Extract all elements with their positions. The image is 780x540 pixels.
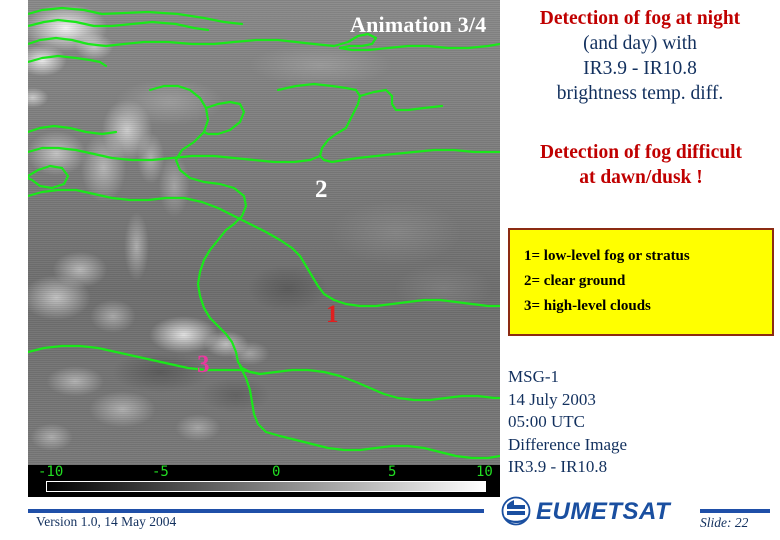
colorbar-tick-five: 5 [388,464,397,480]
headline-line-2: (and day) with [583,33,697,54]
meta-satellite: MSG-1 [508,367,560,386]
marker-3: 3 [197,351,210,378]
colorbar-tick-ten: 10 [476,464,493,480]
headline-block: Detection of fog at night (and day) with… [503,6,777,106]
marker-2: 2 [315,176,328,203]
animation-label: Animation 3/4 [350,12,487,37]
colorbar-tick-minus10: -10 [38,464,64,480]
satellite-image-panel: 2 1 3 Animation 3/4 -10 -5 0 5 10 [28,0,500,497]
meta-channels: IR3.9 - IR10.8 [508,457,608,476]
legend-item-1: 1= low-level fog or stratus [524,248,690,264]
colorbar-tick-labels: -10 -5 0 5 10 [28,465,500,481]
headline-line-3: IR3.9 - IR10.8 [583,58,697,79]
difficulty-note: Detection of fog difficult at dawn/dusk … [505,140,777,190]
eumetsat-wordmark: EUMETSAT [536,498,671,525]
marker-1: 1 [326,301,339,328]
headline-line-4: brightness temp. diff. [556,83,724,104]
headline-line-1: Detection of fog at night [539,8,741,29]
image-metadata: MSG-1 14 July 2003 05:00 UTC Difference … [508,366,774,479]
slide-number: Slide: 22 [700,515,749,530]
meta-product: Difference Image [508,434,628,454]
colorbar-gradient-ramp [46,481,486,492]
eumetsat-logo: EUMETSAT [500,496,690,526]
difficulty-line-1: Detection of fog difficult [540,142,742,163]
footer-rule-left [28,509,484,513]
legend-box: 1= low-level fog or stratus 2= clear gro… [508,228,774,336]
colorbar-strip: -10 -5 0 5 10 [28,465,500,497]
version-text: Version 1.0, 14 May 2004 [36,514,177,529]
meta-time: 05:00 UTC [508,412,585,431]
legend-item-2: 2= clear ground [524,273,626,289]
footer-rule-right [700,509,770,513]
meta-date: 14 July 2003 [508,389,596,409]
colorbar-tick-minus5: -5 [152,464,169,480]
legend-item-3: 3= high-level clouds [524,298,651,314]
coastline-overlay [28,6,500,460]
colorbar-tick-zero: 0 [272,464,281,480]
difficulty-line-2: at dawn/dusk ! [579,167,703,188]
eumetsat-globe-icon [501,496,531,526]
satellite-image: 2 1 3 Animation 3/4 [28,0,500,465]
